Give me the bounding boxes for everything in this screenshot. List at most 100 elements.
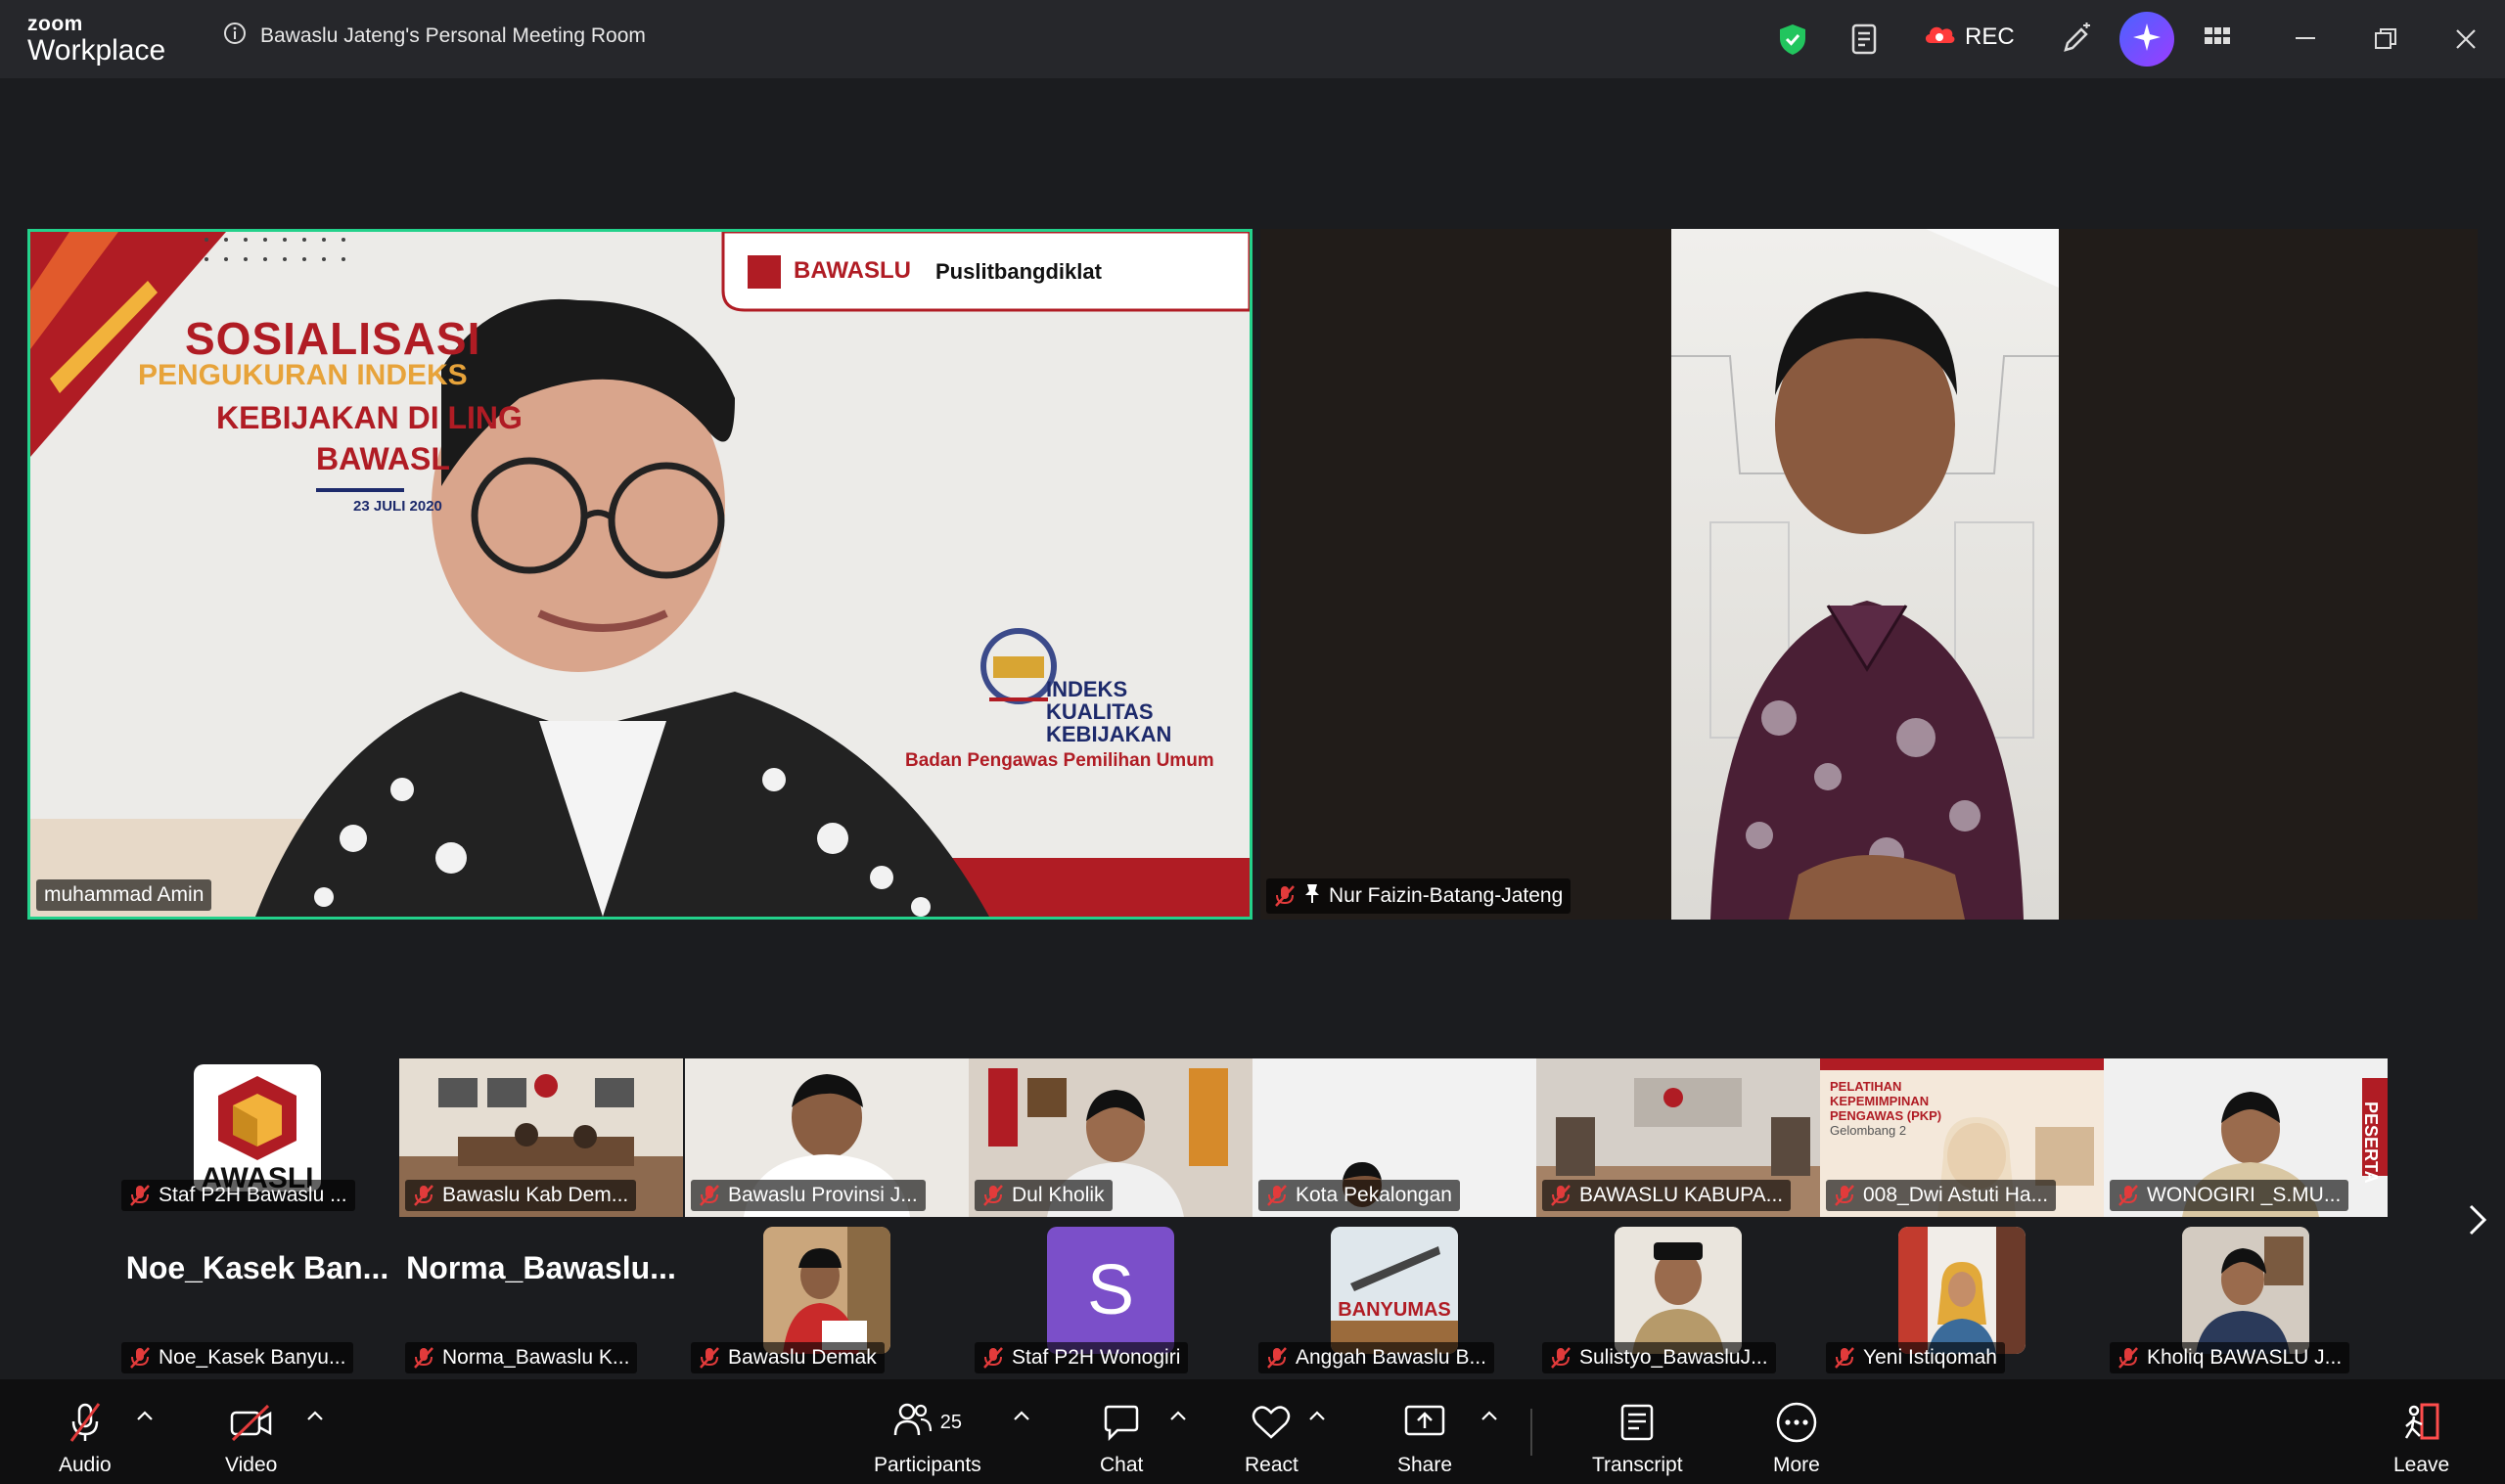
whiteboard-pen-icon[interactable] <box>2051 14 2102 65</box>
slide-org2: Puslitbangdiklat <box>935 259 1102 284</box>
participant-tile[interactable]: AWASLI Staf P2H Bawaslu ... <box>115 1058 399 1217</box>
muted-mic-icon <box>1274 884 1296 908</box>
participant-tile[interactable]: Norma_Bawaslu... Norma_Bawaslu K... <box>399 1221 683 1379</box>
tile-banner: PELATIHAN KEPEMIMPINAN PENGAWAS (PKP) Ge… <box>1830 1079 1941 1139</box>
nametag: Noe_Kasek Banyu... <box>121 1342 354 1373</box>
react-options-chevron-icon[interactable] <box>1307 1409 1331 1432</box>
participant-name: BAWASLU KABUPA... <box>1579 1184 1784 1206</box>
leave-button[interactable]: Leave <box>2393 1397 2449 1477</box>
participant-tile[interactable]: Yeni Istiqomah <box>1820 1221 2104 1379</box>
slide-org: BAWASLU <box>794 257 911 284</box>
ai-companion-button[interactable] <box>2119 12 2174 67</box>
participant-tile[interactable]: Bawaslu Kab Dem... <box>399 1058 683 1217</box>
participant-tile[interactable]: S Staf P2H Wonogiri <box>969 1221 1252 1379</box>
nametag: Staf P2H Wonogiri <box>975 1342 1189 1373</box>
info-icon[interactable] <box>223 22 247 51</box>
react-button[interactable]: React <box>1245 1397 1298 1477</box>
slide-title-3: KEBIJAKAN DI LING <box>216 400 523 435</box>
participants-options-chevron-icon[interactable] <box>1012 1409 1035 1432</box>
participants-icon <box>893 1402 933 1443</box>
tile-side-label: PESERTA <box>2361 1102 2381 1184</box>
avatar <box>1615 1227 1742 1354</box>
transcript-button[interactable]: Transcript <box>1592 1397 1683 1477</box>
participant-name: Bawaslu Provinsi J... <box>728 1184 918 1206</box>
participant-tile[interactable]: Bawaslu Provinsi J... <box>685 1058 969 1217</box>
ikk-line-3: KEBIJAKAN <box>1046 722 1172 747</box>
meeting-info[interactable]: Bawaslu Jateng's Personal Meeting Room <box>223 22 646 51</box>
muted-mic-icon <box>699 1346 720 1370</box>
security-shield-icon[interactable] <box>1767 14 1818 65</box>
participant-name: Sulistyo_BawasluJ... <box>1579 1346 1768 1369</box>
rec-label: REC <box>1965 22 2015 50</box>
more-label: More <box>1773 1454 1820 1476</box>
leave-label: Leave <box>2393 1454 2450 1476</box>
participant-name: Kota Pekalongan <box>1296 1184 1452 1206</box>
participant-tile[interactable]: BAWASLU KABUPA... <box>1536 1058 1820 1217</box>
participant-display-name: Noe_Kasek Ban... <box>125 1250 389 1285</box>
participant-name: Nur Faizin-Batang-Jateng <box>1329 884 1564 907</box>
nametag: Bawaslu Demak <box>691 1342 885 1373</box>
participants-button[interactable]: 25 Participants <box>874 1397 981 1477</box>
participant-name: Staf P2H Wonogiri <box>1012 1346 1181 1369</box>
heart-icon <box>1251 1397 1292 1448</box>
video-options-chevron-icon[interactable] <box>305 1409 329 1432</box>
avatar <box>2182 1227 2309 1354</box>
participant-tile[interactable]: Kota Pekalongan <box>1252 1058 1536 1217</box>
slide-ikk: INDEKS KUALITAS KEBIJAKAN <box>1046 678 1171 745</box>
more-button[interactable]: More <box>1773 1397 1820 1477</box>
muted-mic-icon <box>1266 1346 1288 1370</box>
participants-count: 25 <box>939 1411 962 1433</box>
video-label: Video <box>225 1454 278 1476</box>
meeting-title: Bawaslu Jateng's Personal Meeting Room <box>260 24 646 47</box>
participant-tile[interactable]: Bawaslu Demak <box>685 1221 969 1379</box>
muted-mic-icon <box>129 1346 151 1370</box>
participant-name: WONOGIRI _S.MU... <box>2147 1184 2342 1206</box>
audio-button[interactable]: Audio <box>59 1397 112 1477</box>
cloud-record-icon <box>1922 22 1957 52</box>
chat-bubble-icon <box>1102 1397 1141 1448</box>
participant-name: Anggah Bawaslu B... <box>1296 1346 1486 1369</box>
brand-top: zoom <box>27 13 83 35</box>
next-page-arrow[interactable] <box>2458 1195 2497 1244</box>
pin-icon <box>1303 882 1321 910</box>
participant-tile[interactable]: Noe_Kasek Ban... Noe_Kasek Banyu... <box>115 1221 399 1379</box>
participant-tile[interactable]: Kholiq BAWASLU J... <box>2104 1221 2388 1379</box>
pinned-video-tile[interactable]: Nur Faizin-Batang-Jateng <box>1260 229 2478 920</box>
apps-grid-icon[interactable] <box>2192 14 2243 65</box>
video-button[interactable]: Video <box>225 1397 277 1477</box>
minimize-icon[interactable] <box>2280 14 2331 65</box>
participant-name: Dul Kholik <box>1012 1184 1105 1206</box>
zoom-logo: zoom Workplace <box>27 14 165 66</box>
brand-bottom: Workplace <box>27 34 166 67</box>
close-icon[interactable] <box>2440 14 2491 65</box>
nametag: Kholiq BAWASLU J... <box>2110 1342 2350 1373</box>
nametag: Dul Kholik <box>975 1180 1113 1211</box>
transcript-icon <box>1617 1397 1657 1448</box>
muted-mic-icon <box>129 1184 151 1207</box>
muted-mic-icon <box>2118 1184 2139 1207</box>
participant-tile[interactable]: Sulistyo_BawasluJ... <box>1536 1221 1820 1379</box>
avatar: BANYUMAS <box>1331 1227 1458 1354</box>
muted-mic-icon <box>982 1346 1004 1370</box>
react-label: React <box>1245 1454 1298 1476</box>
muted-mic-icon <box>68 1397 103 1448</box>
restore-window-icon[interactable] <box>2360 14 2411 65</box>
chat-options-chevron-icon[interactable] <box>1168 1409 1192 1432</box>
participant-tile[interactable]: PELATIHAN KEPEMIMPINAN PENGAWAS (PKP) Ge… <box>1820 1058 2104 1217</box>
share-button[interactable]: Share <box>1397 1397 1452 1477</box>
ikk-line-2: KUALITAS <box>1046 699 1154 725</box>
share-options-chevron-icon[interactable] <box>1480 1409 1503 1432</box>
participant-tile[interactable]: PESERTA WONOGIRI _S.MU... <box>2104 1058 2388 1217</box>
active-speaker-tile[interactable]: BAWASLU Puslitbangdiklat SOSIALISASI PEN… <box>27 229 1252 920</box>
nametag: WONOGIRI _S.MU... <box>2110 1180 2349 1211</box>
participant-name: Bawaslu Demak <box>728 1346 877 1369</box>
recording-indicator[interactable]: REC <box>1922 22 2015 52</box>
participant-tile[interactable]: Dul Kholik <box>969 1058 1252 1217</box>
bawaslu-logo-avatar: AWASLI <box>194 1064 321 1192</box>
notes-icon[interactable] <box>1840 14 1890 65</box>
nametag: Bawaslu Kab Dem... <box>405 1180 637 1211</box>
chat-button[interactable]: Chat <box>1100 1397 1143 1477</box>
participant-tile[interactable]: BANYUMAS Anggah Bawaslu B... <box>1252 1221 1536 1379</box>
audio-options-chevron-icon[interactable] <box>135 1409 159 1432</box>
avatar <box>1898 1227 2026 1354</box>
